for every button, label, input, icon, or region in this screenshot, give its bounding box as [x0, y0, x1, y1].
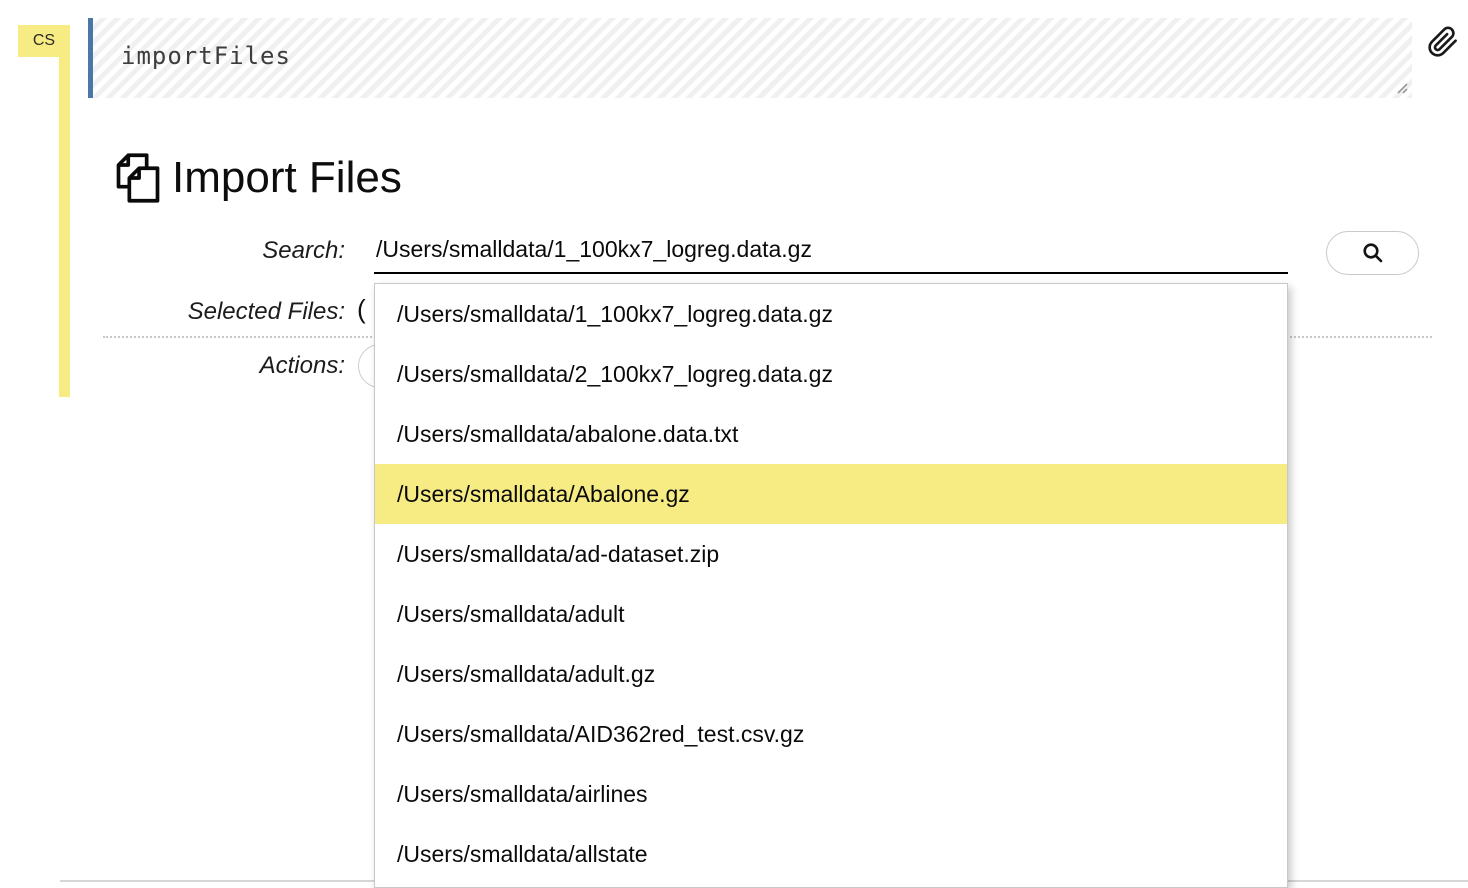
search-input[interactable] [374, 230, 1288, 274]
actions-label: Actions: [0, 352, 345, 380]
code-text[interactable]: importFiles [121, 42, 291, 70]
typeahead-dropdown: /Users/smalldata/1_100kx7_logreg.data.gz… [374, 283, 1288, 888]
dropdown-item[interactable]: /Users/smalldata/adult.gz [375, 644, 1287, 704]
dropdown-item[interactable]: /Users/smalldata/adult [375, 584, 1287, 644]
resize-handle-icon[interactable] [1393, 79, 1409, 95]
dropdown-item[interactable]: /Users/smalldata/allstate [375, 824, 1287, 884]
page-title: Import Files [172, 153, 402, 203]
cell-type-badge: CS [18, 25, 70, 57]
selected-files-label: Selected Files: [0, 298, 345, 326]
dropdown-item[interactable]: /Users/smalldata/1_100kx7_logreg.data.gz [375, 284, 1287, 344]
dropdown-item[interactable]: /Users/smalldata/ad-dataset.zip [375, 524, 1287, 584]
dropdown-item[interactable]: /Users/smalldata/Abalone.gz [375, 464, 1287, 524]
selected-files-open-paren: ( [357, 294, 366, 325]
dropdown-item[interactable]: /Users/smalldata/airlines [375, 764, 1287, 824]
cell-selection-bar [59, 56, 70, 397]
search-label: Search: [0, 237, 345, 265]
paperclip-icon[interactable] [1427, 24, 1459, 60]
dropdown-item[interactable]: /Users/smalldata/AID362red_test.csv.gz [375, 704, 1287, 764]
flow-notebook-cell: CS importFiles Import Files Search: [0, 0, 1468, 888]
search-button[interactable] [1326, 231, 1419, 275]
files-icon [112, 152, 164, 204]
search-icon [1361, 241, 1385, 265]
code-input-area[interactable]: importFiles [88, 18, 1412, 98]
dropdown-item[interactable]: /Users/smalldata/abalone.data.txt [375, 404, 1287, 464]
dropdown-item[interactable]: /Users/smalldata/2_100kx7_logreg.data.gz [375, 344, 1287, 404]
